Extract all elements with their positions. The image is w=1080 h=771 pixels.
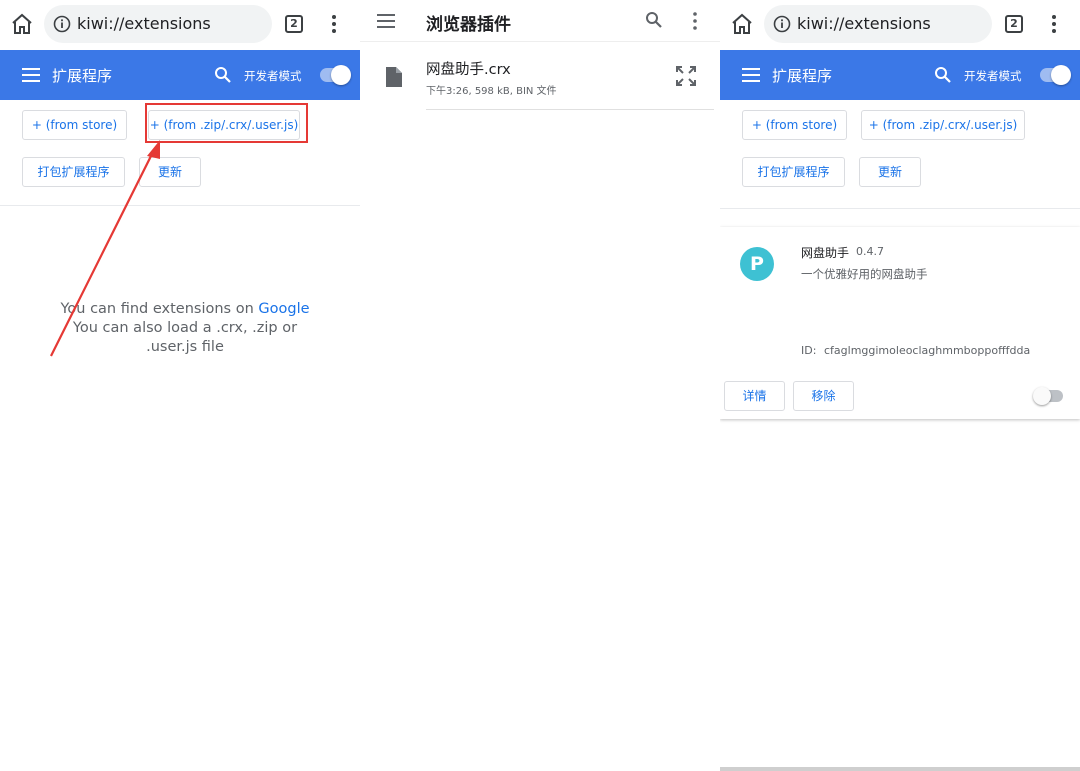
extension-version: 0.4.7 (856, 245, 884, 258)
file-name: 网盘助手.crx (426, 62, 511, 78)
empty-state-line3: .user.js file (146, 339, 224, 355)
expand-icon[interactable] (675, 65, 697, 87)
search-icon[interactable] (934, 66, 952, 84)
section-divider (720, 208, 1080, 209)
google-link[interactable]: Google (258, 301, 309, 317)
extension-enable-toggle[interactable] (1033, 387, 1063, 405)
hamburger-menu-icon[interactable] (22, 67, 40, 83)
list-divider (426, 109, 714, 110)
extension-id: cfaglmggimoleoclaghmmboppofffdda (824, 344, 1031, 357)
file-list-item[interactable]: 网盘助手.crx 下午3:26, 598 kB, BIN 文件 (360, 52, 720, 110)
empty-state-message: You can find extensions on Google You ca… (40, 300, 330, 357)
file-icon (386, 67, 402, 87)
more-menu-icon[interactable] (688, 11, 702, 31)
developer-mode-label: 开发者模式 (244, 69, 302, 83)
info-icon (53, 15, 71, 33)
load-from-zip-button[interactable]: + (from .zip/.crx/.user.js) (861, 110, 1025, 140)
remove-button[interactable]: 移除 (793, 381, 854, 411)
file-meta: 下午3:26, 598 kB, BIN 文件 (426, 86, 557, 97)
toggle-knob (331, 65, 351, 85)
left-screenshot-panel: kiwi://extensions 2 扩展程序 开发者模式 + (from s… (0, 0, 360, 771)
info-icon (773, 15, 791, 33)
tab-switcher-button[interactable]: 2 (1005, 15, 1023, 33)
bottom-edge (720, 767, 1080, 771)
extensions-header: 扩展程序 开发者模式 (720, 50, 1080, 100)
more-menu-icon[interactable] (1046, 13, 1062, 35)
update-button[interactable]: 更新 (139, 157, 201, 187)
highlight-annotation-box (145, 103, 308, 143)
pack-extension-button[interactable]: 打包扩展程序 (22, 157, 125, 187)
address-bar[interactable]: kiwi://extensions (764, 5, 992, 43)
hamburger-menu-icon[interactable] (377, 14, 395, 28)
browser-toolbar: kiwi://extensions 2 (720, 0, 1080, 48)
update-button[interactable]: 更新 (859, 157, 921, 187)
right-screenshot-panel: kiwi://extensions 2 扩展程序 开发者模式 + (from s… (720, 0, 1080, 771)
load-from-store-button[interactable]: + (from store) (742, 110, 847, 140)
extension-id-label: ID: (801, 344, 817, 357)
pack-extension-button[interactable]: 打包扩展程序 (742, 157, 845, 187)
file-picker-title: 浏览器插件 (426, 15, 511, 35)
extension-name: 网盘助手 (801, 246, 850, 260)
more-menu-icon[interactable] (326, 13, 342, 35)
extension-card: P 网盘助手 0.4.7 一个优雅好用的网盘助手 ID: cfaglmggimo… (720, 227, 1080, 419)
browser-toolbar: kiwi://extensions 2 (0, 0, 360, 48)
home-icon[interactable] (10, 12, 34, 36)
hamburger-menu-icon[interactable] (742, 67, 760, 83)
extensions-header: 扩展程序 开发者模式 (0, 50, 360, 100)
load-from-store-button[interactable]: + (from store) (22, 110, 127, 140)
search-icon[interactable] (645, 11, 663, 29)
extension-description: 一个优雅好用的网盘助手 (801, 267, 928, 281)
url-text: kiwi://extensions (77, 14, 211, 33)
details-button[interactable]: 详情 (724, 381, 785, 411)
search-icon[interactable] (214, 66, 232, 84)
tab-switcher-button[interactable]: 2 (285, 15, 303, 33)
page-title: 扩展程序 (772, 67, 833, 85)
developer-mode-toggle[interactable] (1040, 65, 1071, 85)
empty-state-line1: You can find extensions on (60, 301, 259, 317)
toggle-knob (1033, 387, 1051, 405)
file-picker-toolbar: 浏览器插件 (360, 0, 720, 42)
url-text: kiwi://extensions (797, 14, 931, 33)
extension-logo: P (740, 247, 774, 281)
home-icon[interactable] (730, 12, 754, 36)
address-bar[interactable]: kiwi://extensions (44, 5, 272, 43)
empty-state-line2: You can also load a .crx, .zip or (72, 320, 298, 336)
developer-mode-toggle[interactable] (320, 65, 351, 85)
section-divider (0, 205, 360, 206)
developer-mode-label: 开发者模式 (964, 69, 1022, 83)
page-title: 扩展程序 (52, 67, 113, 85)
toggle-knob (1051, 65, 1071, 85)
middle-screenshot-panel: 浏览器插件 网盘助手.crx 下午3:26, 598 kB, BIN 文件 (360, 0, 720, 771)
